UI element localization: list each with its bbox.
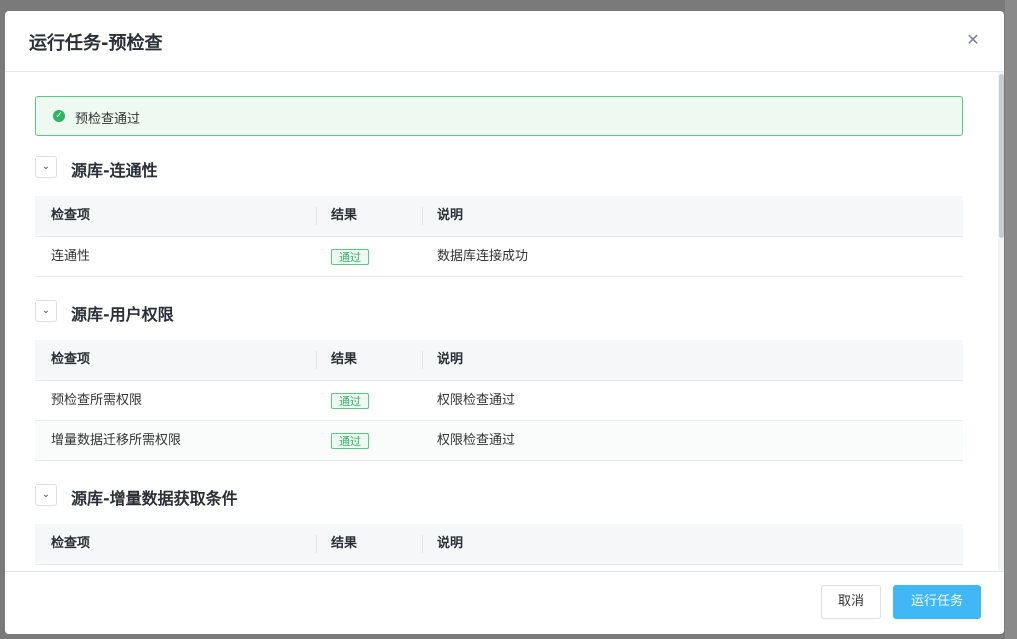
check-table: 检查项 结果 说明 预检查所需权限 通过 权限检查通过 增量数据迁移所需权限 通… (35, 340, 963, 461)
pass-tag: 通过 (331, 392, 369, 409)
run-task-button[interactable]: 运行任务 (893, 585, 981, 619)
column-header-item: 检查项 (51, 536, 91, 551)
section-connectivity: ⌄ 源库-连通性 检查项 结果 说明 连通性 通过 数据库连接成功 (35, 155, 963, 277)
section-user-permissions: ⌄ 源库-用户权限 检查项 结果 说明 预检查所需权限 通过 权限检查通过 增量… (35, 299, 963, 461)
table-header-row: 检查项 结果 说明 (35, 340, 963, 381)
column-header-item: 检查项 (51, 208, 91, 223)
table-header-row: 检查项 结果 说明 (35, 196, 963, 237)
pass-tag: 通过 (331, 432, 369, 449)
check-item: 增量数据迁移所需权限 (51, 433, 182, 448)
backdrop (1005, 0, 1017, 639)
table-row: 连通性 通过 数据库连接成功 (35, 237, 963, 277)
table-header-row: 检查项 结果 说明 (35, 524, 963, 565)
collapse-toggle-button[interactable]: ⌄ (35, 156, 57, 178)
column-divider (422, 207, 423, 225)
dialog-header: 运行任务-预检查 ✕ (5, 11, 1004, 72)
result-cell: 通过 (331, 381, 369, 420)
column-header-result: 结果 (331, 536, 358, 551)
result-cell: 通过 (331, 237, 369, 276)
section-incremental-conditions: ⌄ 源库-增量数据获取条件 检查项 结果 说明 (35, 483, 963, 565)
cancel-button[interactable]: 取消 (821, 585, 881, 619)
dialog-footer: 取消 运行任务 (5, 571, 1004, 634)
pass-tag: 通过 (331, 248, 369, 265)
scrollbar-thumb[interactable] (999, 74, 1004, 238)
check-desc: 权限检查通过 (437, 393, 516, 408)
chevron-down-icon: ⌄ (41, 489, 51, 500)
section-title: 源库-用户权限 (71, 305, 174, 324)
alert-text: 预检查通过 (75, 112, 141, 127)
close-icon[interactable]: ✕ (964, 31, 982, 49)
chevron-down-icon: ⌄ (41, 305, 51, 316)
column-divider (316, 207, 317, 225)
column-header-item: 检查项 (51, 352, 91, 367)
success-alert: ✓ 预检查通过 (35, 96, 963, 136)
precheck-dialog: 运行任务-预检查 ✕ ✓ 预检查通过 ⌄ 源库-连通性 检查项 结果 说明 连通… (5, 11, 1004, 634)
column-header-result: 结果 (331, 352, 358, 367)
section-header: ⌄ 源库-增量数据获取条件 (35, 483, 963, 509)
column-header-desc: 说明 (437, 352, 464, 367)
column-divider (422, 535, 423, 553)
column-divider (316, 535, 317, 553)
chevron-down-icon: ⌄ (41, 161, 51, 172)
table-row: 增量数据迁移所需权限 通过 权限检查通过 (35, 421, 963, 461)
collapse-toggle-button[interactable]: ⌄ (35, 300, 57, 322)
check-desc: 数据库连接成功 (437, 249, 529, 264)
section-header: ⌄ 源库-连通性 (35, 155, 963, 181)
result-cell: 通过 (331, 421, 369, 460)
check-table: 检查项 结果 说明 (35, 524, 963, 565)
check-table: 检查项 结果 说明 连通性 通过 数据库连接成功 (35, 196, 963, 277)
dialog-body: ✓ 预检查通过 ⌄ 源库-连通性 检查项 结果 说明 连通性 通过 数据库连接成… (5, 72, 1004, 572)
column-header-desc: 说明 (437, 208, 464, 223)
dialog-title: 运行任务-预检查 (29, 33, 163, 54)
section-title: 源库-增量数据获取条件 (71, 489, 238, 508)
scrollbar[interactable] (998, 72, 1004, 572)
column-header-desc: 说明 (437, 536, 464, 551)
table-row: 预检查所需权限 通过 权限检查通过 (35, 381, 963, 421)
check-item: 预检查所需权限 (51, 393, 143, 408)
check-circle-icon: ✓ (53, 110, 65, 122)
section-title: 源库-连通性 (71, 161, 158, 180)
check-desc: 权限检查通过 (437, 433, 516, 448)
column-divider (316, 351, 317, 369)
check-item: 连通性 (51, 249, 91, 264)
column-divider (422, 351, 423, 369)
column-header-result: 结果 (331, 208, 358, 223)
collapse-toggle-button[interactable]: ⌄ (35, 484, 57, 506)
section-header: ⌄ 源库-用户权限 (35, 299, 963, 325)
